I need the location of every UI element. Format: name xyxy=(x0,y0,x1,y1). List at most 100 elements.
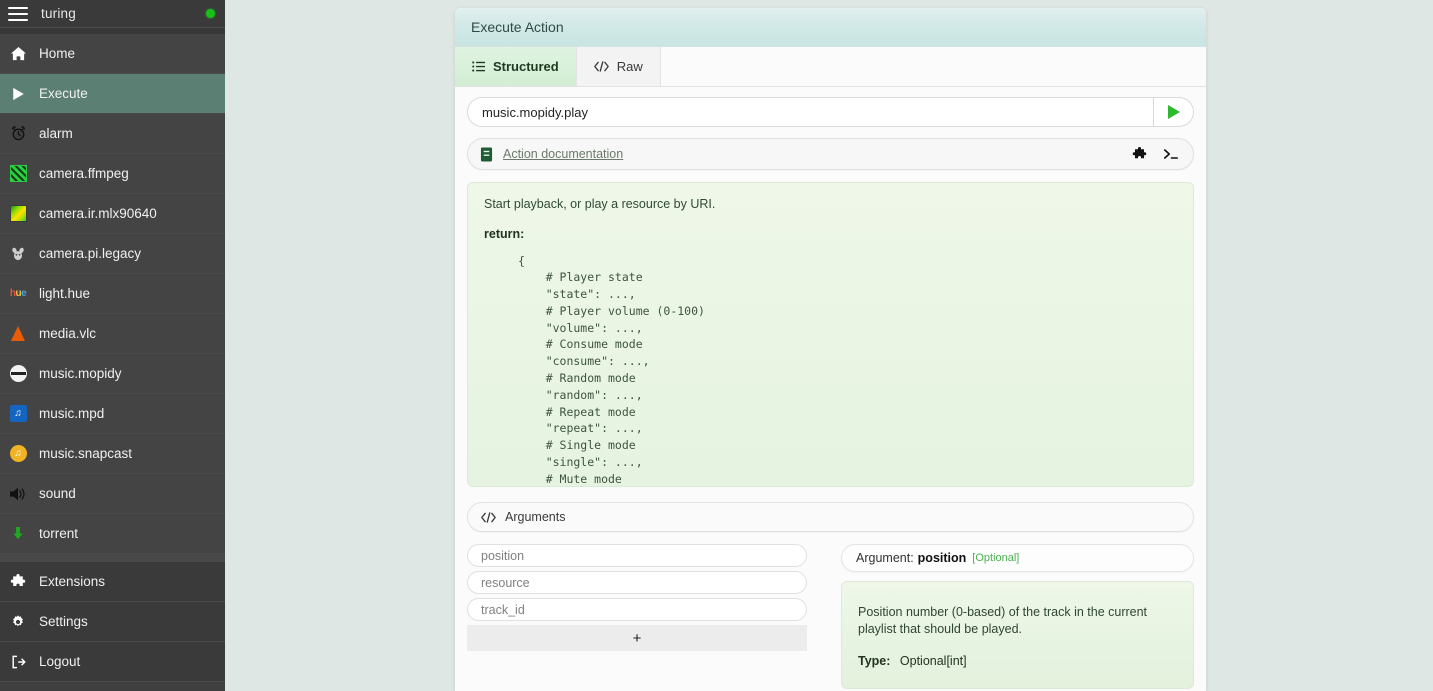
sidebar-item-label: alarm xyxy=(39,127,73,141)
sidebar-item-label: camera.ffmpeg xyxy=(39,167,129,181)
code-brackets-icon xyxy=(594,60,609,73)
action-documentation-bar[interactable]: Action documentation xyxy=(467,138,1194,170)
sidebar-item-label: Execute xyxy=(39,87,88,101)
tab-bar: Structured Raw xyxy=(455,47,1206,87)
sidebar-divider xyxy=(0,554,225,562)
sidebar-item-torrent[interactable]: torrent xyxy=(0,514,225,554)
action-row xyxy=(467,97,1194,127)
sidebar-item-media-vlc[interactable]: media.vlc xyxy=(0,314,225,354)
code-brackets-icon xyxy=(481,511,496,524)
sidebar-item-label: Home xyxy=(39,47,75,61)
hamburger-menu-icon[interactable] xyxy=(8,7,28,21)
sidebar-item-camera-ffmpeg[interactable]: camera.ffmpeg xyxy=(0,154,225,194)
host-title: turing xyxy=(41,6,76,21)
sidebar-item-execute[interactable]: Execute xyxy=(0,74,225,114)
sidebar-item-label: torrent xyxy=(39,527,78,541)
puzzle-piece-icon[interactable] xyxy=(1132,147,1147,162)
sidebar-item-label: media.vlc xyxy=(39,327,96,341)
home-icon xyxy=(7,43,29,65)
sidebar-item-music-snapcast[interactable]: ♫ music.snapcast xyxy=(0,434,225,474)
sidebar-item-label: Logout xyxy=(39,655,80,669)
sidebar-item-alarm[interactable]: alarm xyxy=(0,114,225,154)
documentation-return-label: return: xyxy=(484,227,1177,241)
play-icon xyxy=(7,83,29,105)
sidebar-item-label: camera.pi.legacy xyxy=(39,247,141,261)
sidebar-item-label: music.snapcast xyxy=(39,447,132,461)
sidebar-item-sound[interactable]: sound xyxy=(0,474,225,514)
action-documentation-content: Start playback, or play a resource by UR… xyxy=(467,182,1194,487)
thermal-camera-icon xyxy=(7,203,29,225)
argument-inputs-column: + xyxy=(467,544,807,689)
add-argument-button[interactable]: + xyxy=(467,625,807,651)
tab-label: Structured xyxy=(493,59,559,74)
sidebar-item-label: music.mpd xyxy=(39,407,104,421)
sidebar-item-logout[interactable]: Logout xyxy=(0,642,225,682)
ffmpeg-icon xyxy=(7,163,29,185)
speaker-icon xyxy=(7,483,29,505)
sidebar-header: turing xyxy=(0,0,225,28)
download-arrow-icon xyxy=(7,523,29,545)
logout-icon xyxy=(7,651,29,673)
arguments-grid: + Argument: position [Optional] Position… xyxy=(467,544,1194,689)
argument-type-row: Type: Optional[int] xyxy=(858,654,1177,668)
argument-type-label: Type: xyxy=(858,654,890,668)
argument-input-position[interactable] xyxy=(467,544,807,567)
raspberry-pi-icon xyxy=(7,243,29,265)
panel-title: Execute Action xyxy=(455,8,1206,47)
arguments-label: Arguments xyxy=(505,510,565,524)
puzzle-piece-icon xyxy=(7,571,29,593)
documentation-intro: Start playback, or play a resource by UR… xyxy=(484,197,1177,211)
argument-input-track-id[interactable] xyxy=(467,598,807,621)
gear-icon xyxy=(7,611,29,633)
sidebar-nav-list: Home Execute alarm xyxy=(0,34,225,554)
argument-type-value: Optional[int] xyxy=(900,654,967,668)
sidebar-item-label: sound xyxy=(39,487,76,501)
mopidy-icon xyxy=(7,363,29,385)
tab-raw[interactable]: Raw xyxy=(577,47,661,86)
sidebar-bottom-list: Extensions Settings Logo xyxy=(0,562,225,682)
philips-hue-icon: hue xyxy=(7,283,29,305)
tab-label: Raw xyxy=(617,59,643,74)
action-documentation-link[interactable]: Action documentation xyxy=(503,147,623,161)
sidebar-item-light-hue[interactable]: hue light.hue xyxy=(0,274,225,314)
argument-detail-column: Argument: position [Optional] Position n… xyxy=(841,544,1194,689)
app-root: turing Home Execute xyxy=(0,0,1433,691)
run-action-button[interactable] xyxy=(1154,97,1194,127)
arguments-bar[interactable]: Arguments xyxy=(467,502,1194,532)
argument-input-resource[interactable] xyxy=(467,571,807,594)
panel-body: Action documentation Start playba xyxy=(455,87,1206,689)
sidebar-item-music-mopidy[interactable]: music.mopidy xyxy=(0,354,225,394)
argument-description-text: Position number (0-based) of the track i… xyxy=(858,604,1177,638)
sidebar-item-extensions[interactable]: Extensions xyxy=(0,562,225,602)
sidebar-item-label: light.hue xyxy=(39,287,90,301)
sidebar: turing Home Execute xyxy=(0,0,225,691)
snapcast-icon: ♫ xyxy=(7,443,29,465)
sidebar-item-label: camera.ir.mlx90640 xyxy=(39,207,157,221)
sidebar-item-music-mpd[interactable]: ♫ music.mpd xyxy=(0,394,225,434)
vlc-cone-icon xyxy=(7,323,29,345)
argument-description-box: Position number (0-based) of the track i… xyxy=(841,581,1194,689)
play-icon xyxy=(1168,105,1180,119)
tab-bar-filler xyxy=(661,47,1206,86)
argument-name: position xyxy=(918,551,967,565)
documentation-code-block: { # Player state "state": ..., # Player … xyxy=(518,253,1177,488)
sidebar-item-label: Settings xyxy=(39,615,88,629)
mpd-icon: ♫ xyxy=(7,403,29,425)
sidebar-item-settings[interactable]: Settings xyxy=(0,602,225,642)
sidebar-item-label: Extensions xyxy=(39,575,105,589)
sidebar-item-label: music.mopidy xyxy=(39,367,122,381)
connection-status-indicator xyxy=(206,9,215,18)
list-icon xyxy=(472,60,485,73)
sidebar-item-home[interactable]: Home xyxy=(0,34,225,74)
sidebar-item-camera-ir-mlx90640[interactable]: camera.ir.mlx90640 xyxy=(0,194,225,234)
action-input[interactable] xyxy=(467,97,1154,127)
book-icon xyxy=(480,147,493,162)
argument-detail-header: Argument: position [Optional] xyxy=(841,544,1194,572)
argument-prefix-label: Argument: xyxy=(856,551,914,565)
argument-optional-badge: [Optional] xyxy=(972,552,1019,564)
alarm-clock-icon xyxy=(7,123,29,145)
tab-structured[interactable]: Structured xyxy=(455,47,577,86)
execute-action-panel: Execute Action Structured xyxy=(455,8,1206,691)
sidebar-item-camera-pi-legacy[interactable]: camera.pi.legacy xyxy=(0,234,225,274)
terminal-icon[interactable] xyxy=(1163,147,1179,161)
